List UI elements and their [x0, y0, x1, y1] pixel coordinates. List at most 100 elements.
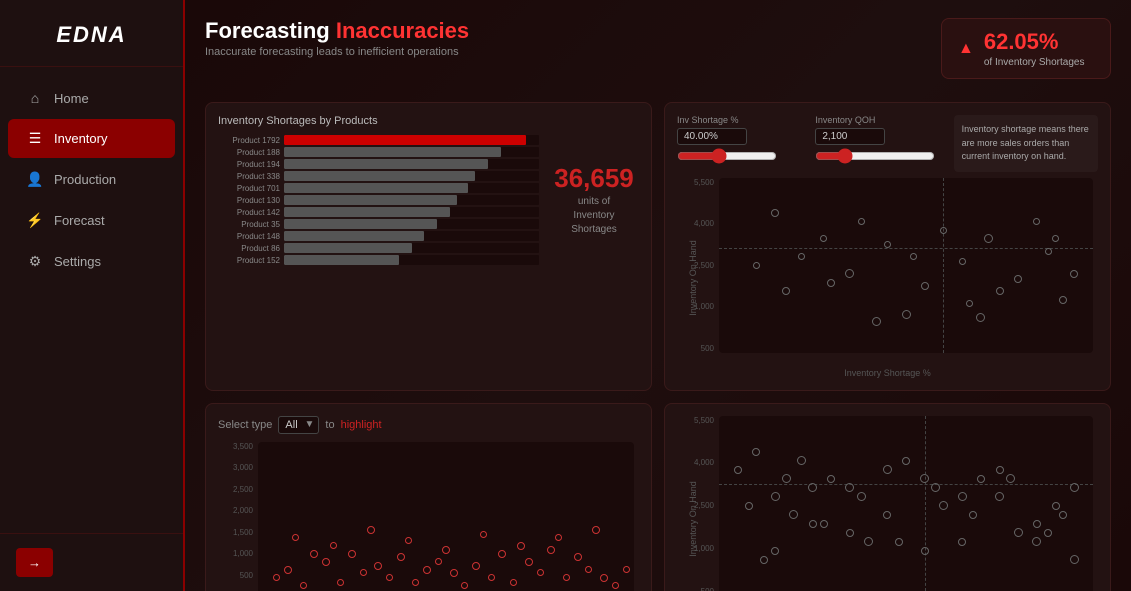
sidebar-item-settings[interactable]: ⚙Settings — [8, 242, 175, 281]
bar-label: Product 35 — [218, 220, 280, 229]
scatter-dot — [330, 542, 337, 549]
bar-fill — [284, 243, 412, 253]
bar-chart: Product 1792 Product 188 Product 194 Pro… — [218, 135, 539, 267]
scatter-dot — [734, 466, 742, 474]
units-label: units ofInventoryShortages — [571, 195, 617, 237]
scatter-dot — [966, 300, 973, 307]
scatter-dot — [808, 483, 817, 492]
scatter-dot — [931, 483, 940, 492]
bar-fill — [284, 183, 468, 193]
scatter-dot — [1014, 528, 1023, 537]
bar-label: Product 338 — [218, 172, 280, 181]
bar-chart-row: Product 188 — [218, 147, 539, 157]
inventory-qoh-input[interactable] — [815, 128, 885, 145]
scatter-dot — [883, 511, 891, 519]
bottom-right-scatter-container: 5,500 4,000 2,500 1,000 500 0% — [677, 416, 1098, 591]
scatter-dot — [1032, 537, 1041, 546]
bar-label: Product 86 — [218, 244, 280, 253]
inventory-qoh-slider[interactable] — [815, 148, 935, 164]
sidebar-item-inventory[interactable]: ☰Inventory — [8, 119, 175, 158]
scatter-dot — [864, 537, 873, 546]
bar-label: Product 148 — [218, 232, 280, 241]
sidebar-item-forecast[interactable]: ⚡Forecast — [8, 201, 175, 240]
y-axis-title-big: Inventory On Hand — [688, 240, 698, 316]
scatter-dot — [789, 510, 798, 519]
scatter-dot — [798, 253, 805, 260]
logout-button[interactable]: → — [16, 548, 53, 577]
sidebar-label-production: Production — [54, 172, 116, 187]
y-label-5500: 5,500 — [694, 178, 714, 187]
scatter-dot — [969, 511, 977, 519]
br-scatter-plot: 0% 20% 40% 60% 80% 100% — [719, 416, 1093, 591]
scatter-dot — [547, 546, 555, 554]
bar-label: Product 701 — [218, 184, 280, 193]
br-scatter-area — [719, 416, 1093, 591]
big-scatter-container: 5,500 4,000 2,500 1,000 500 — [677, 178, 1098, 378]
small-scatter-area — [258, 442, 634, 591]
scatter-dot — [920, 474, 929, 483]
bottom-right-panel: Inventory On Hand 5,500 4,000 2,500 1,00… — [664, 403, 1111, 591]
scatter-dot — [995, 492, 1004, 501]
scatter-dot — [820, 520, 828, 528]
info-box: Inventory shortage means there are more … — [954, 115, 1098, 172]
bar-label: Product 142 — [218, 208, 280, 217]
small-scatter-container: 3,500 3,000 2,500 2,000 1,500 1,000 500 … — [218, 442, 639, 591]
bar-chart-row: Product 1792 — [218, 135, 539, 145]
sidebar-item-home[interactable]: ⌂ Home — [8, 79, 175, 117]
scatter-dot — [585, 566, 592, 573]
scatter-dot — [435, 558, 442, 565]
shortages-content: Product 1792 Product 188 Product 194 Pro… — [218, 135, 639, 267]
scatter-dot — [858, 218, 865, 225]
production-icon: 👤 — [26, 171, 44, 188]
big-scatter-area — [719, 178, 1093, 353]
type-select[interactable]: All — [278, 416, 319, 434]
alert-icon: ▲ — [958, 40, 974, 58]
home-icon: ⌂ — [26, 90, 44, 106]
scatter-dot — [412, 579, 419, 586]
scatter-dot — [1045, 248, 1052, 255]
sidebar-label-home: Home — [54, 91, 89, 106]
sidebar-label-forecast: Forecast — [54, 213, 105, 228]
scatter-dot — [996, 466, 1004, 474]
scatter-dot — [472, 562, 480, 570]
bar-fill — [284, 135, 526, 145]
bar-fill — [284, 219, 437, 229]
inv-shortage-input[interactable] — [677, 128, 747, 145]
inventory-icon: ☰ — [26, 130, 44, 147]
scatter-dot — [884, 241, 891, 248]
bar-container — [284, 243, 539, 253]
bar-container — [284, 135, 539, 145]
scatter-dot — [1070, 270, 1078, 278]
scatter-dot — [827, 279, 835, 287]
scatter-dot — [1059, 296, 1067, 304]
bar-label: Product 130 — [218, 196, 280, 205]
bar-fill — [284, 195, 457, 205]
bar-chart-row: Product 142 — [218, 207, 539, 217]
bar-chart-row: Product 35 — [218, 219, 539, 229]
inv-shortage-slider[interactable] — [677, 148, 777, 164]
scatter-dot — [300, 582, 307, 589]
bar-container — [284, 255, 539, 265]
big-scatter-plot: 0% 20% 40% 60% 80% 100% — [719, 178, 1093, 378]
units-kpi: 36,659 units ofInventoryShortages — [549, 135, 639, 267]
scatter-dot — [939, 501, 948, 510]
to-label: to — [325, 419, 334, 431]
sidebar-nav: ⌂ Home ☰Inventory 👤 Production ⚡Forecast⚙Sett… — [0, 67, 183, 533]
scatter-dot — [1006, 474, 1015, 483]
sidebar-bottom: → — [0, 533, 183, 591]
scatter-dot — [423, 566, 431, 574]
kpi-value: 62.05% — [984, 29, 1085, 55]
scatter-dot — [1052, 235, 1059, 242]
scatter-dot — [397, 553, 405, 561]
dashed-v-line — [943, 178, 944, 353]
scatter-dot — [450, 569, 458, 577]
scatter-dot — [857, 492, 866, 501]
scatter-dot — [1014, 275, 1022, 283]
scatter-dot — [753, 262, 760, 269]
inventory-qoh-label: Inventory QOH — [815, 115, 943, 125]
x-axis-title-big: Inventory Shortage % — [844, 368, 931, 378]
scatter-dot — [771, 547, 779, 555]
bar-container — [284, 195, 539, 205]
sidebar-item-production[interactable]: 👤 Production — [8, 160, 175, 199]
app-logo: EDNA — [0, 0, 183, 67]
